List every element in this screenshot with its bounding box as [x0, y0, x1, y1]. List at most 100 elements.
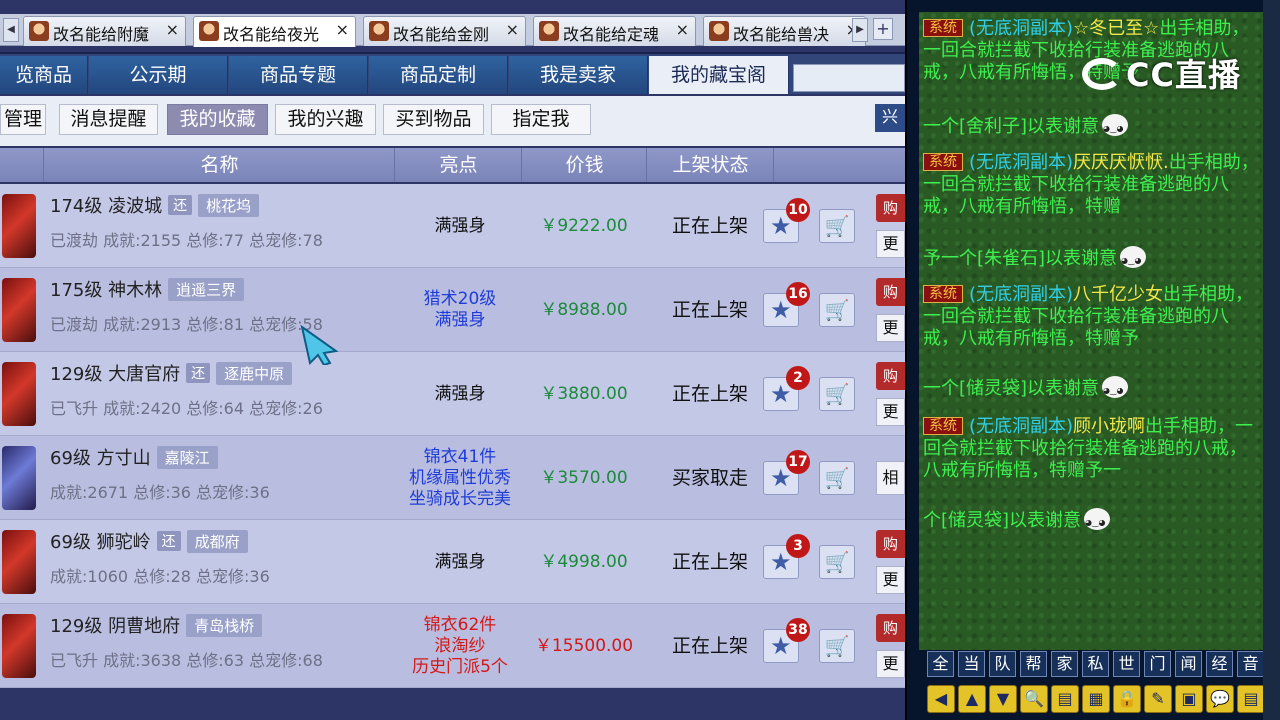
table-row[interactable]: 69级 狮驼岭还成都府 成就:1060 总修:28 总宠修:36 满强身 ￥4998.…: [0, 520, 905, 604]
buy-button[interactable]: 购: [876, 278, 905, 306]
close-icon[interactable]: ×: [676, 20, 689, 39]
favorite-count-badge: 17: [786, 450, 810, 474]
more-button[interactable]: 更: [876, 650, 905, 678]
window-tab[interactable]: 改名能给附魔 ×: [23, 16, 186, 46]
chat-player-name[interactable]: 厌厌厌恹恹.: [1073, 152, 1169, 173]
sub-tab[interactable]: 管理: [0, 104, 46, 135]
favorite-count-badge: 16: [786, 282, 810, 306]
channel-button[interactable]: 队: [989, 651, 1016, 677]
window-tab[interactable]: 改名能给定魂 ×: [533, 16, 696, 46]
chat-channel: (无底洞副本): [969, 18, 1074, 39]
channel-button[interactable]: 私: [1082, 651, 1109, 677]
cart-button[interactable]: 🛒: [819, 629, 855, 663]
huan-badge: 还: [156, 531, 181, 551]
close-icon[interactable]: ×: [336, 20, 349, 39]
category-tab[interactable]: 览商品: [0, 56, 88, 94]
note-icon[interactable]: ▤: [1051, 685, 1079, 713]
character-avatar-icon[interactable]: [2, 530, 36, 594]
more-button[interactable]: 更: [876, 230, 905, 258]
category-tab[interactable]: 我是卖家: [509, 56, 648, 94]
chat-message: 系统 (无底洞副本)顾小珑啊出手相助，一回合就拦截下收拾行装准备逃跑的八戒，八戒有…: [923, 416, 1263, 482]
similar-button[interactable]: 相: [876, 461, 905, 495]
category-tab-active[interactable]: 我的藏宝阁: [649, 56, 789, 94]
pen-icon[interactable]: ✎: [1144, 685, 1172, 713]
character-school: 方寸山: [96, 448, 151, 469]
window-tab-active[interactable]: 改名能给夜光 ×: [193, 16, 356, 47]
chat-player-name[interactable]: 八千亿少女: [1073, 284, 1163, 305]
highlight-line: 满强身: [434, 215, 486, 236]
channel-button[interactable]: 门: [1144, 651, 1171, 677]
cart-button[interactable]: 🛒: [819, 209, 855, 243]
highlight-line: 锦衣41件: [423, 446, 497, 467]
buy-button[interactable]: 购: [876, 194, 905, 222]
listing-status: 正在上架: [671, 635, 748, 657]
window-tab[interactable]: 改名能给兽决 ×: [703, 16, 866, 46]
character-avatar-icon[interactable]: [2, 614, 36, 678]
character-avatar-icon[interactable]: [2, 194, 36, 258]
channel-button[interactable]: 家: [1051, 651, 1078, 677]
category-tab[interactable]: 商品专题: [229, 56, 368, 94]
more-button[interactable]: 更: [876, 566, 905, 594]
emoji-icon: [1084, 508, 1111, 534]
highlight-cell: 猎术20级 满强身: [398, 268, 522, 352]
channel-button[interactable]: 闻: [1175, 651, 1202, 677]
table-row[interactable]: 69级 方寸山 嘉陵江 成就:2671 总修:36 总宠修:36 锦衣41件 机缘属性优…: [0, 436, 905, 520]
sub-tab-active[interactable]: 我的收藏: [167, 104, 268, 135]
down-arrow-icon[interactable]: ▼: [989, 685, 1017, 713]
chat-bubble-icon[interactable]: 💬: [1206, 685, 1234, 713]
emoji-icon: [1102, 114, 1129, 140]
table-row[interactable]: 129级 大唐官府还逐鹿中原 已飞升 成就:2420 总修:64 总宠修:26 满强…: [0, 352, 905, 436]
tab-scroll-left-button[interactable]: ◀: [3, 18, 19, 42]
table-row[interactable]: 174级 凌波城还桃花坞 已渡劫 成就:2155 总修:77 总宠修:78 满强身 ￥…: [0, 184, 905, 268]
lock-icon[interactable]: 🔒: [1113, 685, 1141, 713]
cart-button[interactable]: 🛒: [819, 461, 855, 495]
channel-button[interactable]: 世: [1113, 651, 1140, 677]
category-tab[interactable]: 商品定制: [369, 56, 508, 94]
channel-button[interactable]: 帮: [1020, 651, 1047, 677]
cart-button[interactable]: 🛒: [819, 545, 855, 579]
buy-button[interactable]: 购: [876, 362, 905, 390]
channel-button[interactable]: 当: [958, 651, 985, 677]
channel-button[interactable]: 全: [927, 651, 954, 677]
sub-tab[interactable]: 指定我: [491, 104, 591, 135]
chat-body: 予一个[朱雀石]以表谢意: [923, 248, 1118, 269]
left-arrow-icon[interactable]: ◀: [927, 685, 955, 713]
sub-side-button[interactable]: 兴: [875, 104, 905, 132]
character-avatar-icon[interactable]: [2, 278, 36, 342]
window-tab[interactable]: 改名能给金刚 ×: [363, 16, 526, 46]
buy-button[interactable]: 购: [876, 614, 905, 642]
more-button[interactable]: 更: [876, 398, 905, 426]
buy-button[interactable]: 购: [876, 530, 905, 558]
channel-button[interactable]: 经: [1206, 651, 1233, 677]
cart-button[interactable]: 🛒: [819, 293, 855, 327]
sub-tab[interactable]: 我的兴趣: [275, 104, 376, 135]
close-icon[interactable]: ×: [506, 20, 519, 39]
list-icon[interactable]: ▤: [1237, 685, 1265, 713]
grid-icon[interactable]: ▦: [1082, 685, 1110, 713]
search-icon[interactable]: 🔍: [1020, 685, 1048, 713]
chat-player-name[interactable]: 顾小珑啊: [1073, 416, 1145, 437]
close-icon[interactable]: ×: [166, 20, 179, 39]
more-button[interactable]: 更: [876, 314, 905, 342]
table-row[interactable]: 129级 阴曹地府 青岛栈桥 已飞升 成就:3638 总修:63 总宠修:68 锦衣6…: [0, 604, 905, 688]
up-arrow-icon[interactable]: ▲: [958, 685, 986, 713]
search-input[interactable]: [793, 64, 905, 92]
chat-message-tail: 一个[舍利子]以表谢意: [923, 114, 1263, 140]
highlight-cell: 锦衣62件 浪淘纱 历史门派5个: [398, 604, 522, 688]
character-avatar-icon[interactable]: [2, 362, 36, 426]
category-tab[interactable]: 公示期: [89, 56, 228, 94]
character-avatar-icon[interactable]: [2, 446, 36, 510]
table-row[interactable]: 175级 神木林 逍遥三界 已渡劫 成就:2913 总修:81 总宠修:58 猎术20…: [0, 268, 905, 352]
sub-tab[interactable]: 买到物品: [383, 104, 484, 135]
highlight-line: 浪淘纱: [434, 635, 486, 656]
window-tab-label: 改名能给夜光: [223, 25, 320, 44]
cart-button[interactable]: 🛒: [819, 377, 855, 411]
channel-button[interactable]: 音: [1237, 651, 1264, 677]
tab-scroll-right-button[interactable]: ▶: [852, 18, 868, 42]
character-school: 神木林: [108, 280, 163, 301]
chat-player-name[interactable]: ☆冬已至☆: [1073, 18, 1159, 39]
header-price: 价钱: [523, 148, 647, 182]
add-tab-button[interactable]: +: [873, 18, 893, 40]
square-icon[interactable]: ▣: [1175, 685, 1203, 713]
sub-tab[interactable]: 消息提醒: [59, 104, 158, 135]
